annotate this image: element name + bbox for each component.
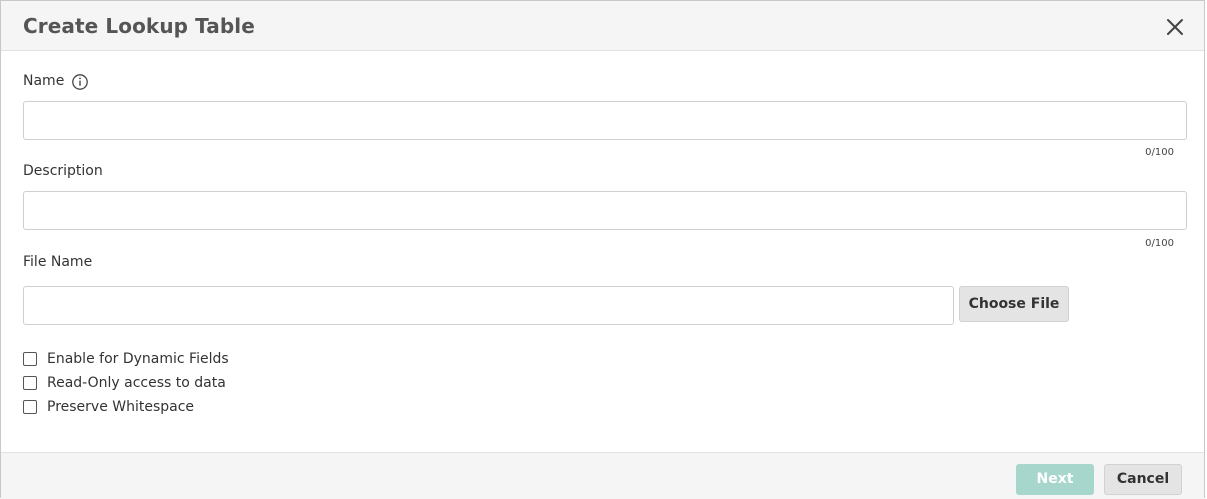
checkbox-row-dynamic-fields[interactable]: Enable for Dynamic Fields xyxy=(23,350,229,368)
dialog-footer: Next Cancel xyxy=(1,452,1204,499)
description-input[interactable] xyxy=(23,191,1187,230)
info-icon[interactable] xyxy=(71,73,89,91)
checkbox-row-read-only[interactable]: Read-Only access to data xyxy=(23,374,226,392)
choose-file-button[interactable]: Choose File xyxy=(959,286,1069,322)
description-char-counter: 0/100 xyxy=(1145,238,1174,249)
enable-dynamic-fields-checkbox[interactable] xyxy=(23,352,37,366)
create-lookup-table-dialog: Create Lookup Table Name 0/100 Descripti… xyxy=(0,0,1205,499)
checkbox-row-preserve-whitespace[interactable]: Preserve Whitespace xyxy=(23,398,194,416)
name-input[interactable] xyxy=(23,101,1187,140)
file-name-label: File Name xyxy=(23,254,93,270)
file-name-input[interactable] xyxy=(23,286,954,325)
read-only-access-checkbox[interactable] xyxy=(23,376,37,390)
description-label: Description xyxy=(23,163,103,179)
name-label: Name xyxy=(23,73,65,89)
close-button[interactable] xyxy=(1163,15,1187,39)
dialog-title: Create Lookup Table xyxy=(23,14,255,38)
checkbox-label: Read-Only access to data xyxy=(47,375,226,391)
checkbox-label: Enable for Dynamic Fields xyxy=(47,351,229,367)
dialog-header: Create Lookup Table xyxy=(1,1,1204,51)
preserve-whitespace-checkbox[interactable] xyxy=(23,400,37,414)
cancel-button[interactable]: Cancel xyxy=(1104,464,1182,495)
next-button[interactable]: Next xyxy=(1016,464,1094,495)
name-char-counter: 0/100 xyxy=(1145,147,1174,158)
checkbox-label: Preserve Whitespace xyxy=(47,399,195,415)
close-icon xyxy=(1167,19,1183,35)
